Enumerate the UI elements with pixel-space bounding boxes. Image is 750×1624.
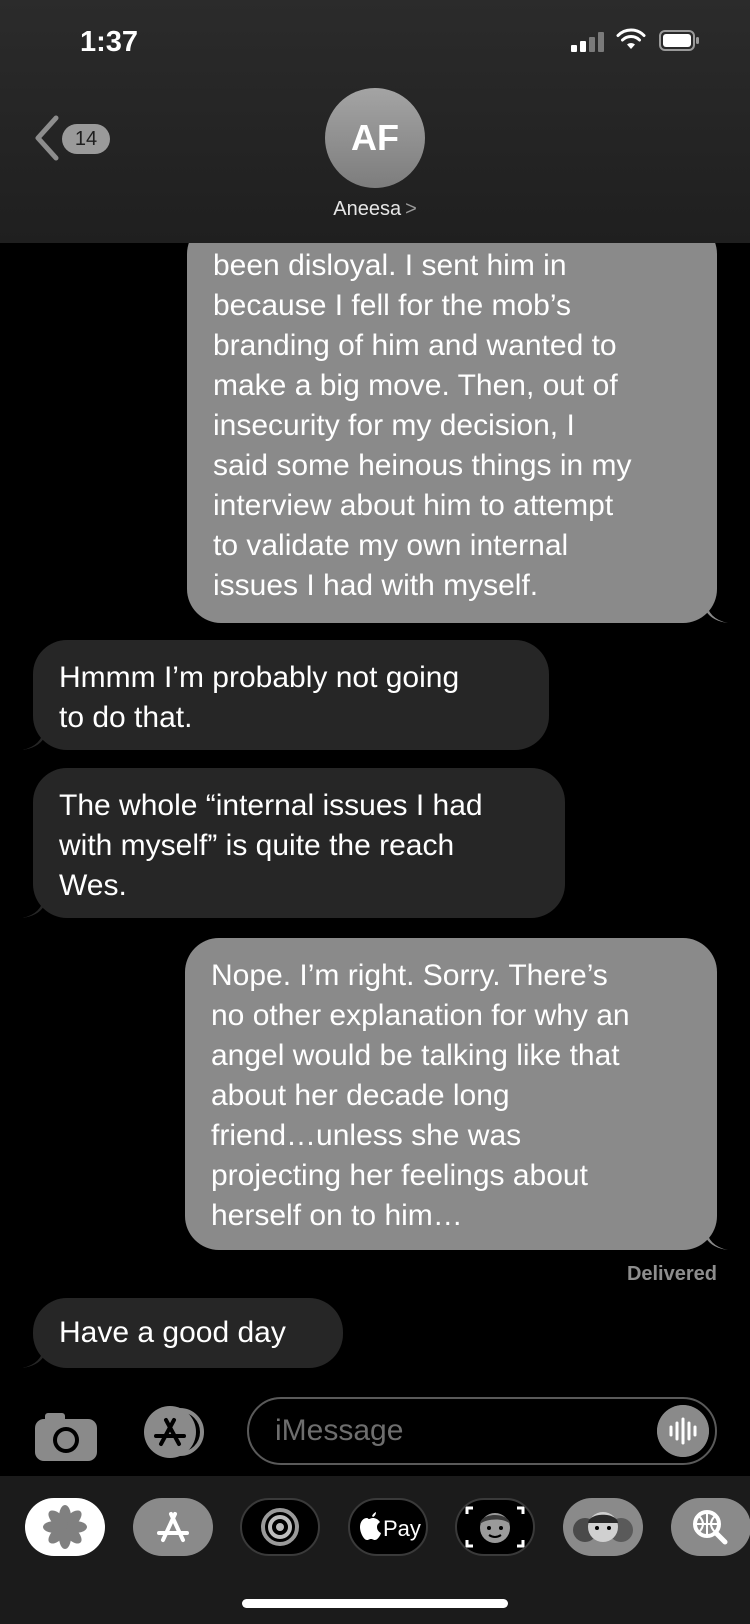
photos-app-icon[interactable] [25,1498,105,1556]
memoji-stickers-icon[interactable] [455,1498,535,1556]
audio-waveform-icon[interactable] [657,1405,709,1457]
cellular-signal-icon [571,30,607,52]
wifi-icon [616,28,646,49]
conversation-header: 1:37 14 AF Aneesa > [0,0,750,243]
status-time: 1:37 [80,26,139,58]
message-bubble-incoming[interactable]: Hmmm I’m probably not going to do that. [33,640,549,750]
battery-icon [659,30,699,51]
apple-pay-icon[interactable]: Pay [348,1498,428,1556]
message-bubble-outgoing[interactable]: Nope. I’m right. Sorry. There’s no other… [185,938,717,1250]
contact-avatar[interactable]: AF [325,88,425,188]
home-indicator[interactable] [242,1599,508,1608]
message-input-placeholder: iMessage [275,1414,404,1447]
bubble-tail [706,601,728,623]
message-bubble-outgoing[interactable]: been disloyal. I sent him in because I f… [187,220,717,623]
delivered-status: Delivered [626,1263,717,1285]
camera-icon[interactable] [35,1411,97,1461]
app-store-icon[interactable] [140,1404,212,1460]
chevron-right-icon: > [405,198,417,220]
message-input[interactable]: iMessage [247,1397,717,1465]
animoji-icon[interactable] [563,1498,643,1556]
apple-pay-label: Pay [383,1516,421,1541]
message-bubble-incoming[interactable]: Have a good day [33,1298,343,1368]
unread-count-badge[interactable]: 14 [62,124,110,154]
contact-name: Aneesa [333,198,402,220]
contact-name-button[interactable]: Aneesa > [0,198,750,221]
bubble-tail [706,1228,728,1250]
app-store-app-icon[interactable] [133,1498,213,1556]
back-chevron-icon[interactable] [30,114,64,162]
digital-touch-icon[interactable] [240,1498,320,1556]
message-bubble-incoming[interactable]: The whole “internal issues I had with my… [33,768,565,918]
search-images-icon[interactable] [671,1498,750,1556]
bubble-tail [22,896,44,918]
bubble-tail [22,1346,44,1368]
bubble-tail [22,728,44,750]
